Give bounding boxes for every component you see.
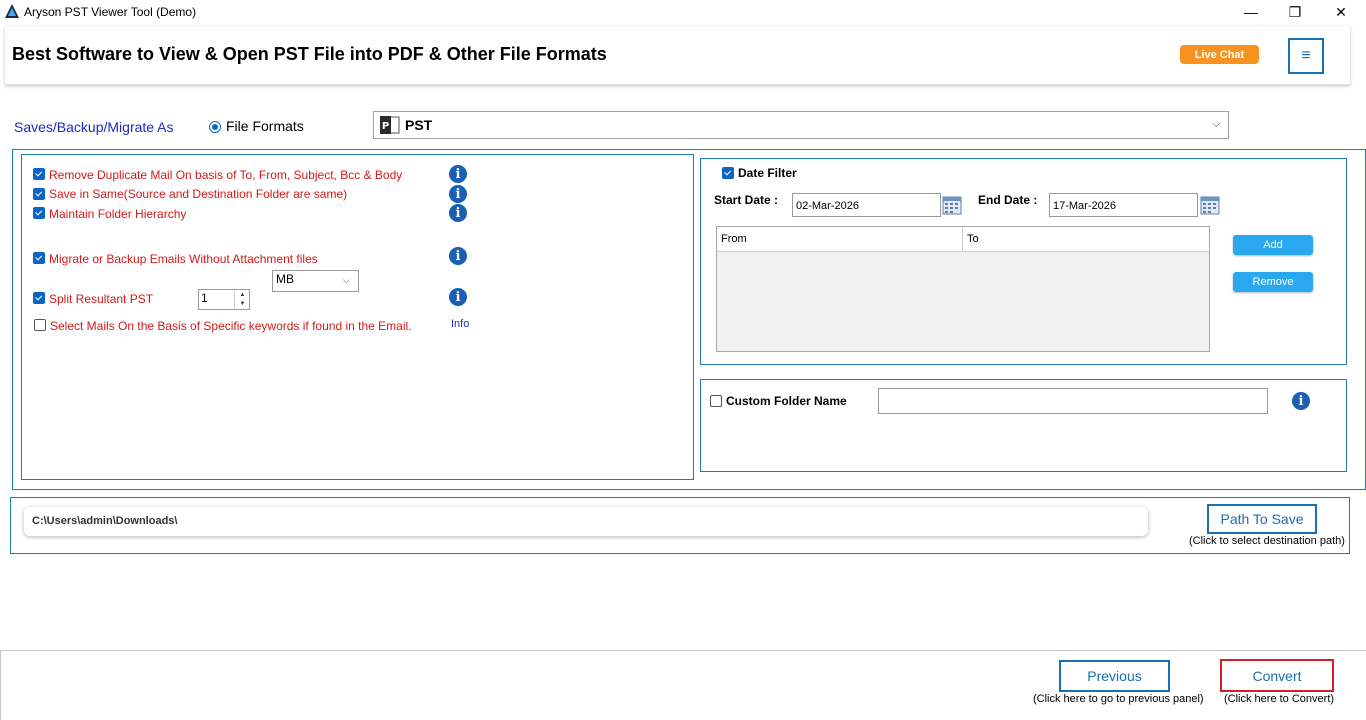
- close-button[interactable]: ✕: [1318, 0, 1364, 24]
- start-date-field[interactable]: 02-Mar-2026: [792, 193, 941, 217]
- format-dropdown[interactable]: [373, 111, 1229, 139]
- mail-options-panel: [21, 154, 694, 480]
- calendar-icon[interactable]: [942, 195, 962, 215]
- without-attachment-label[interactable]: Migrate or Backup Emails Without Attachm…: [49, 252, 318, 266]
- split-size-value: 1: [201, 291, 208, 305]
- previous-button[interactable]: Previous: [1059, 660, 1170, 692]
- maintain-hierarchy-label[interactable]: Maintain Folder Hierarchy: [49, 207, 186, 221]
- chevron-down-icon: ⌵: [1212, 118, 1221, 130]
- remove-duplicate-checkbox[interactable]: [33, 168, 45, 180]
- info-link[interactable]: Info: [451, 318, 469, 330]
- save-in-same-label[interactable]: Save in Same(Source and Destination Fold…: [49, 187, 347, 201]
- outlook-pst-icon: P: [380, 116, 400, 134]
- save-in-same-checkbox[interactable]: [33, 188, 45, 200]
- custom-folder-input[interactable]: [878, 388, 1268, 414]
- info-icon[interactable]: i: [1292, 392, 1310, 410]
- split-pst-checkbox[interactable]: [33, 292, 45, 304]
- custom-folder-checkbox[interactable]: [710, 395, 722, 407]
- pst-icon-letter: P: [382, 121, 389, 132]
- live-chat-button[interactable]: Live Chat: [1180, 45, 1259, 64]
- date-filter-checkbox[interactable]: [722, 167, 734, 179]
- split-unit-value: MB: [276, 272, 294, 286]
- save-as-label: Saves/Backup/Migrate As: [14, 119, 174, 135]
- add-date-range-button[interactable]: Add: [1233, 235, 1313, 255]
- end-date-label: End Date :: [978, 193, 1038, 207]
- previous-hint: (Click here to go to previous panel): [1033, 693, 1204, 705]
- maintain-hierarchy-checkbox[interactable]: [33, 207, 45, 219]
- stepper-buttons[interactable]: ▲ ▼: [234, 290, 250, 309]
- hamburger-menu-button[interactable]: ≡: [1288, 38, 1324, 74]
- convert-hint: (Click here to Convert): [1224, 693, 1335, 705]
- minimize-button[interactable]: —: [1228, 0, 1274, 24]
- remove-duplicate-label[interactable]: Remove Duplicate Mail On basis of To, Fr…: [49, 168, 402, 182]
- window-title: Aryson PST Viewer Tool (Demo): [24, 5, 197, 19]
- remove-date-range-button[interactable]: Remove: [1233, 272, 1313, 292]
- destination-path-field[interactable]: [24, 507, 1148, 536]
- destination-path-value: C:\Users\admin\Downloads\: [32, 515, 178, 527]
- info-icon[interactable]: i: [449, 247, 467, 265]
- convert-button[interactable]: Convert: [1220, 659, 1334, 692]
- split-pst-label[interactable]: Split Resultant PST: [49, 292, 153, 306]
- date-range-header: [717, 227, 1209, 252]
- info-icon[interactable]: i: [449, 204, 467, 222]
- file-formats-radio[interactable]: [209, 121, 221, 133]
- path-to-save-button[interactable]: Path To Save: [1207, 504, 1317, 534]
- keyword-filter-label[interactable]: Select Mails On the Basis of Specific ke…: [50, 319, 412, 333]
- page-title: Best Software to View & Open PST File in…: [12, 44, 607, 64]
- format-dropdown-value: PST: [405, 117, 433, 133]
- custom-folder-label[interactable]: Custom Folder Name: [726, 394, 847, 408]
- end-date-field[interactable]: 17-Mar-2026: [1049, 193, 1198, 217]
- app-logo-icon: [5, 4, 19, 18]
- date-filter-label[interactable]: Date Filter: [738, 166, 797, 180]
- column-divider: [962, 227, 963, 251]
- info-icon[interactable]: i: [449, 165, 467, 183]
- calendar-icon[interactable]: [1200, 195, 1220, 215]
- info-icon[interactable]: i: [449, 185, 467, 203]
- chevron-down-icon: ⌵: [343, 275, 350, 285]
- start-date-label: Start Date :: [714, 193, 779, 207]
- title-bar: [0, 0, 1366, 24]
- stepper-down-icon[interactable]: ▼: [235, 300, 250, 310]
- maximize-button[interactable]: ❐: [1272, 0, 1318, 24]
- keyword-filter-checkbox[interactable]: [34, 319, 46, 331]
- column-header-to: To: [967, 233, 979, 245]
- path-hint: (Click to select destination path): [1189, 535, 1345, 547]
- without-attachment-checkbox[interactable]: [33, 252, 45, 264]
- file-formats-radio-label[interactable]: File Formats: [226, 118, 304, 134]
- info-icon[interactable]: i: [449, 288, 467, 306]
- stepper-up-icon[interactable]: ▲: [235, 290, 250, 300]
- menu-icon: ≡: [1301, 47, 1311, 64]
- column-header-from: From: [721, 233, 747, 245]
